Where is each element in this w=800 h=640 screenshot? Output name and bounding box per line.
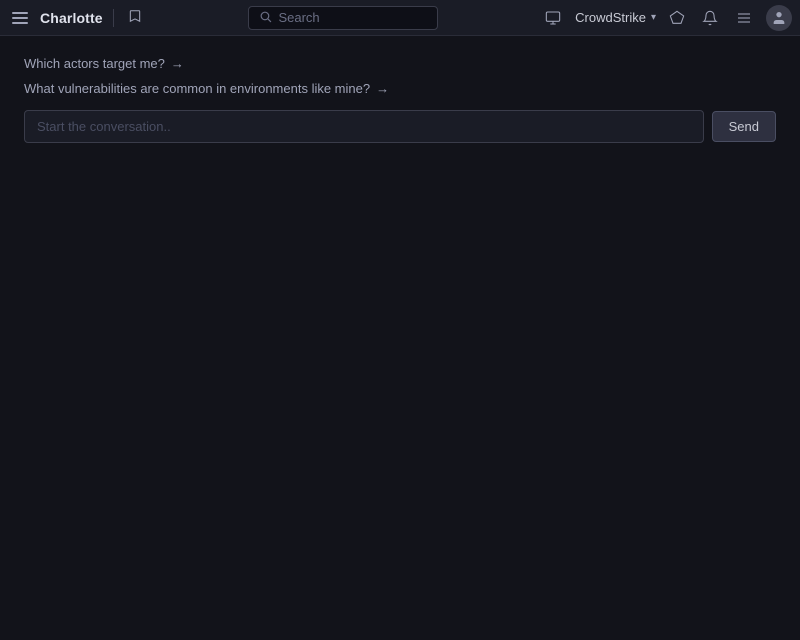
- notifications-icon[interactable]: [698, 6, 722, 30]
- main-content: Which actors target me? → What vulnerabi…: [0, 36, 800, 159]
- search-area: Search: [152, 6, 535, 30]
- suggestion-item-1[interactable]: Which actors target me? →: [24, 56, 776, 71]
- nav-right: CrowdStrike ▾: [541, 5, 792, 31]
- nav-divider: [113, 9, 114, 27]
- chevron-down-icon: ▾: [651, 12, 656, 23]
- chat-input-row: Send: [24, 110, 776, 143]
- send-button[interactable]: Send: [712, 111, 776, 142]
- crowdstrike-label: CrowdStrike: [575, 10, 646, 25]
- arrow-icon-2: →: [376, 81, 389, 96]
- suggestion-text-1: Which actors target me?: [24, 56, 165, 71]
- user-avatar[interactable]: [766, 5, 792, 31]
- monitor-icon[interactable]: [541, 6, 565, 30]
- falcon-icon[interactable]: [666, 7, 688, 29]
- search-icon: [259, 10, 272, 26]
- lines-icon[interactable]: [732, 6, 756, 30]
- arrow-icon-1: →: [171, 56, 184, 71]
- suggestions-list: Which actors target me? → What vulnerabi…: [24, 56, 776, 96]
- search-box[interactable]: Search: [248, 6, 438, 30]
- nav-left: Charlotte: [8, 5, 146, 30]
- top-navigation: Charlotte Search: [0, 0, 800, 36]
- search-label: Search: [278, 10, 319, 25]
- bookmark-icon[interactable]: [124, 5, 146, 30]
- suggestion-text-2: What vulnerabilities are common in envir…: [24, 81, 370, 96]
- chat-input[interactable]: [24, 110, 704, 143]
- suggestion-item-2[interactable]: What vulnerabilities are common in envir…: [24, 81, 776, 96]
- app-title: Charlotte: [40, 10, 103, 26]
- crowdstrike-menu[interactable]: CrowdStrike ▾: [575, 10, 656, 25]
- hamburger-menu-icon[interactable]: [8, 8, 32, 28]
